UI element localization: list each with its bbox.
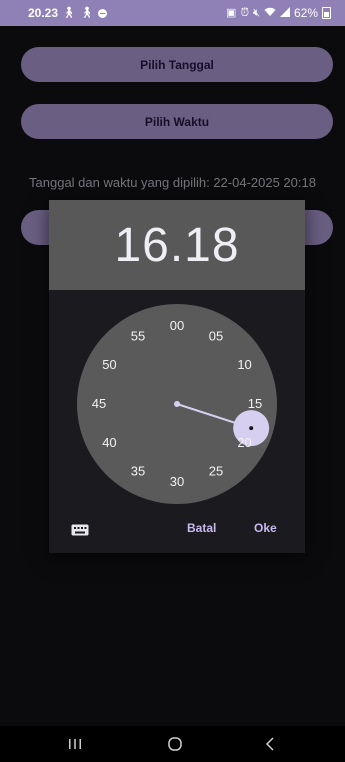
dial-label-25[interactable]: 25 bbox=[209, 464, 223, 479]
dial-label-05[interactable]: 05 bbox=[209, 328, 223, 343]
dial-label-00[interactable]: 00 bbox=[170, 318, 184, 333]
walk-icon: 🚶︎ bbox=[80, 6, 94, 19]
clock-dial[interactable]: 00 05 10 15 20 25 30 35 40 45 50 55 bbox=[77, 304, 277, 504]
signal-icon bbox=[279, 6, 290, 20]
time-display[interactable]: 16.18 bbox=[49, 200, 305, 290]
mute-icon: 🔇︎ bbox=[253, 6, 260, 19]
time-picker-dialog: 16.18 00 05 10 15 20 25 30 35 40 45 50 55 Batal Oke bbox=[49, 200, 305, 553]
sim-icon: ▣ bbox=[226, 6, 237, 19]
wifi-icon bbox=[264, 7, 276, 20]
status-left: 20.23 🚶︎ 🚶︎ bbox=[28, 6, 107, 20]
clock-center-dot bbox=[174, 401, 180, 407]
status-right: ▣ ⏰︎ 🔇︎ 62% bbox=[226, 6, 331, 20]
dial-label-35[interactable]: 35 bbox=[131, 464, 145, 479]
status-time: 20.23 bbox=[28, 6, 59, 20]
recents-icon[interactable] bbox=[45, 726, 105, 762]
battery-icon bbox=[322, 7, 331, 19]
dial-label-20[interactable]: 20 bbox=[237, 435, 251, 450]
battery-percent: 62% bbox=[293, 6, 318, 20]
dialog-actions: Batal Oke bbox=[49, 515, 305, 545]
dial-label-40[interactable]: 40 bbox=[102, 435, 116, 450]
dial-label-15[interactable]: 15 bbox=[248, 396, 262, 411]
alarm-icon: ⏰︎ bbox=[240, 6, 250, 19]
dial-label-45[interactable]: 45 bbox=[92, 396, 106, 411]
dial-label-50[interactable]: 50 bbox=[102, 357, 116, 372]
home-icon[interactable] bbox=[145, 726, 205, 762]
dial-label-30[interactable]: 30 bbox=[170, 474, 184, 489]
clock-selector-dot bbox=[249, 426, 254, 431]
navigation-bar bbox=[0, 726, 345, 762]
do-not-disturb-icon bbox=[97, 8, 107, 18]
dial-label-55[interactable]: 55 bbox=[131, 328, 145, 343]
ok-button[interactable]: Oke bbox=[254, 521, 277, 535]
dial-label-10[interactable]: 10 bbox=[237, 357, 251, 372]
back-icon[interactable] bbox=[240, 726, 300, 762]
status-bar: 20.23 🚶︎ 🚶︎ ▣ ⏰︎ 🔇︎ 62% bbox=[0, 0, 345, 26]
cancel-button[interactable]: Batal bbox=[187, 521, 216, 535]
keyboard-icon[interactable] bbox=[71, 523, 89, 541]
walk-icon: 🚶︎ bbox=[62, 6, 76, 19]
